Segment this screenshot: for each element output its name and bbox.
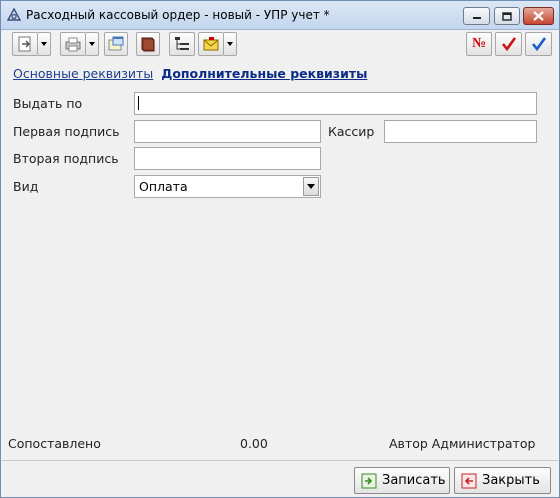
chevron-down-icon bbox=[307, 184, 315, 189]
save-button-label: Записать bbox=[382, 473, 446, 488]
matched-value: 0.00 bbox=[240, 436, 268, 451]
chevron-down-icon bbox=[41, 42, 47, 46]
structure-button[interactable] bbox=[169, 32, 195, 56]
kind-label: Вид bbox=[13, 179, 39, 194]
kind-select-toggle[interactable] bbox=[303, 177, 319, 196]
kind-select-value: Оплата bbox=[139, 179, 188, 194]
tab-additional-details[interactable]: Дополнительные реквизиты bbox=[161, 66, 367, 81]
tab-strip: Основные реквизиты Дополнительные реквиз… bbox=[13, 66, 367, 81]
first-signature-input[interactable] bbox=[134, 120, 321, 143]
maximize-icon bbox=[502, 11, 512, 21]
envelope-dropdown[interactable] bbox=[224, 32, 237, 56]
issue-to-label: Выдать по bbox=[13, 96, 83, 111]
minimize-button[interactable] bbox=[463, 7, 490, 25]
envelope-button[interactable] bbox=[198, 32, 224, 56]
close-icon bbox=[533, 11, 544, 21]
exit-icon bbox=[461, 473, 477, 488]
save-button[interactable]: Записать bbox=[354, 467, 450, 494]
journal-button[interactable] bbox=[136, 32, 160, 56]
checkmark-red-icon bbox=[501, 37, 516, 52]
create-based-on-button[interactable] bbox=[12, 32, 38, 56]
structure-tree-icon bbox=[175, 37, 189, 50]
second-signature-label: Вторая подпись bbox=[13, 151, 119, 166]
second-signature-input[interactable] bbox=[134, 147, 321, 170]
text-cursor bbox=[138, 96, 139, 110]
cashier-input[interactable] bbox=[384, 120, 537, 143]
window-title: Расходный кассовый ордер - новый - УПР у… bbox=[26, 8, 330, 22]
close-button-label: Закрыть bbox=[482, 473, 540, 488]
close-button[interactable]: Закрыть bbox=[454, 467, 551, 494]
matched-label: Сопоставлено bbox=[8, 436, 101, 451]
chevron-down-icon bbox=[227, 42, 233, 46]
chevron-down-icon bbox=[89, 42, 95, 46]
maximize-button[interactable] bbox=[494, 7, 520, 25]
issue-to-input[interactable] bbox=[134, 92, 537, 115]
footer-divider bbox=[2, 460, 558, 461]
print-dropdown[interactable] bbox=[86, 32, 99, 56]
first-signature-label: Первая подпись bbox=[13, 124, 120, 139]
cashier-label: Кассир bbox=[328, 124, 375, 139]
app-logo-icon bbox=[6, 7, 22, 22]
tab-main-details[interactable]: Основные реквизиты bbox=[13, 66, 153, 81]
open-in-new-window-icon bbox=[108, 36, 124, 51]
minimize-icon bbox=[472, 17, 481, 19]
create-based-on-dropdown[interactable] bbox=[38, 32, 51, 56]
print-button[interactable] bbox=[60, 32, 86, 56]
close-window-button[interactable] bbox=[523, 7, 554, 25]
document-window: Расходный кассовый ордер - новый - УПР у… bbox=[0, 0, 560, 498]
checkmark-blue-icon bbox=[531, 37, 546, 52]
document-arrow-icon bbox=[18, 36, 31, 52]
toolbar: № bbox=[2, 30, 558, 61]
post-and-close-button[interactable] bbox=[525, 32, 552, 56]
number-button[interactable]: № bbox=[466, 32, 492, 56]
open-in-new-window-button[interactable] bbox=[104, 32, 128, 56]
post-button[interactable] bbox=[495, 32, 522, 56]
author-label: Автор Администратор bbox=[389, 436, 536, 451]
save-icon bbox=[361, 473, 377, 488]
printer-icon bbox=[65, 37, 81, 52]
kind-select[interactable]: Оплата bbox=[134, 175, 321, 198]
title-bar[interactable]: Расходный кассовый ордер - новый - УПР у… bbox=[1, 1, 559, 30]
envelope-icon bbox=[203, 37, 219, 51]
book-icon bbox=[141, 37, 155, 52]
number-icon: № bbox=[471, 36, 487, 51]
